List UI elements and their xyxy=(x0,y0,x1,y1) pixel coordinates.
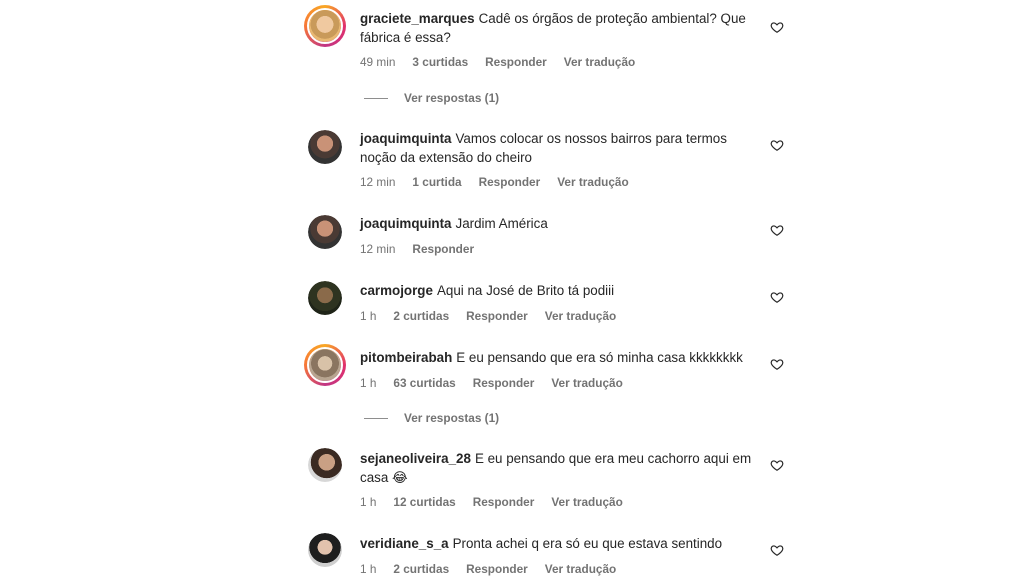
reply-button[interactable]: Responder xyxy=(473,376,535,390)
comment-username[interactable]: pitombeirabah xyxy=(360,350,452,365)
comment-time: 1 h xyxy=(360,495,377,509)
translate-button[interactable]: Ver tradução xyxy=(551,376,622,390)
comment-time: 49 min xyxy=(360,55,396,69)
translate-button[interactable]: Ver tradução xyxy=(551,495,622,509)
avatar[interactable] xyxy=(308,215,342,249)
comment-likes[interactable]: 63 curtidas xyxy=(393,376,455,390)
comment-username[interactable]: carmojorge xyxy=(360,283,433,298)
comment-time: 1 h xyxy=(360,309,377,323)
heart-outline-icon[interactable] xyxy=(770,290,784,304)
comment-text-block: veridiane_s_a Pronta achei q era só eu qu… xyxy=(360,535,760,554)
comment-time: 12 min xyxy=(360,242,396,256)
comment-time: 1 h xyxy=(360,376,377,390)
translate-button[interactable]: Ver tradução xyxy=(545,309,616,323)
comment-text-block: carmojorge Aqui na José de Brito tá podii… xyxy=(360,282,760,301)
comment-meta: 49 min 3 curtidas Responder Ver tradução xyxy=(360,55,652,69)
comment-text: Aqui na José de Brito tá podiii xyxy=(436,283,615,298)
comment-meta: 1 h 2 curtidas Responder Ver tradução xyxy=(360,309,633,323)
comment-username[interactable]: graciete_marques xyxy=(360,11,475,26)
reply-button[interactable]: Responder xyxy=(466,309,528,323)
comment-text: E eu pensando que era só minha casa kkkk… xyxy=(456,350,743,365)
comment-text-block: joaquimquinta Vamos colocar os nossos bai… xyxy=(360,130,760,167)
translate-button[interactable]: Ver tradução xyxy=(564,55,635,69)
comment-text: Jardim América xyxy=(455,216,548,231)
comment-username[interactable]: sejaneoliveira_28 xyxy=(360,451,471,466)
comment-likes[interactable]: 3 curtidas xyxy=(412,55,468,69)
comment-text: Pronta achei q era só eu que estava sent… xyxy=(452,536,723,551)
view-replies-label: Ver respostas (1) xyxy=(404,91,500,105)
view-replies-label: Ver respostas (1) xyxy=(404,411,500,425)
heart-outline-icon[interactable] xyxy=(770,223,784,237)
reply-button[interactable]: Responder xyxy=(466,562,528,576)
comment-likes[interactable]: 12 curtidas xyxy=(393,495,455,509)
comment-meta: 12 min 1 curtida Responder Ver tradução xyxy=(360,175,646,189)
comment-text-block: graciete_marques Cadê os órgãos de proteç… xyxy=(360,10,760,47)
comment-likes[interactable]: 2 curtidas xyxy=(393,562,449,576)
heart-outline-icon[interactable] xyxy=(770,138,784,152)
translate-button[interactable]: Ver tradução xyxy=(557,175,628,189)
comment-likes[interactable]: 1 curtida xyxy=(412,175,461,189)
comment-meta: 1 h 12 curtidas Responder Ver tradução xyxy=(360,495,640,509)
reply-button[interactable]: Responder xyxy=(485,55,547,69)
reply-button[interactable]: Responder xyxy=(473,495,535,509)
avatar[interactable] xyxy=(304,5,346,47)
heart-outline-icon[interactable] xyxy=(770,357,784,371)
comment-username[interactable]: veridiane_s_a xyxy=(360,536,449,551)
avatar[interactable] xyxy=(308,130,342,164)
comment-meta: 1 h 2 curtidas Responder Ver tradução xyxy=(360,562,633,576)
comment-username[interactable]: joaquimquinta xyxy=(360,131,452,146)
heart-outline-icon[interactable] xyxy=(770,543,784,557)
heart-outline-icon[interactable] xyxy=(770,20,784,34)
view-replies-button[interactable]: Ver respostas (1) xyxy=(364,91,499,105)
comment-time: 12 min xyxy=(360,175,396,189)
comment-username[interactable]: joaquimquinta xyxy=(360,216,452,231)
comment-text-block: joaquimquinta Jardim América xyxy=(360,215,760,234)
comment-meta: 1 h 63 curtidas Responder Ver tradução xyxy=(360,376,640,390)
replies-divider xyxy=(364,418,388,420)
replies-divider xyxy=(364,98,388,100)
translate-button[interactable]: Ver tradução xyxy=(545,562,616,576)
heart-outline-icon[interactable] xyxy=(770,458,784,472)
avatar[interactable] xyxy=(308,281,342,315)
comment-text-block: sejaneoliveira_28 E eu pensando que era m… xyxy=(360,450,760,487)
avatar[interactable] xyxy=(308,448,342,482)
comment-text-block: pitombeirabah E eu pensando que era só mi… xyxy=(360,349,760,368)
avatar[interactable] xyxy=(308,533,342,567)
comment-likes[interactable]: 2 curtidas xyxy=(393,309,449,323)
comment-time: 1 h xyxy=(360,562,377,576)
avatar[interactable] xyxy=(304,344,346,386)
reply-button[interactable]: Responder xyxy=(479,175,541,189)
reply-button[interactable]: Responder xyxy=(412,242,474,256)
comment-meta: 12 min Responder xyxy=(360,242,491,256)
view-replies-button[interactable]: Ver respostas (1) xyxy=(364,411,499,425)
